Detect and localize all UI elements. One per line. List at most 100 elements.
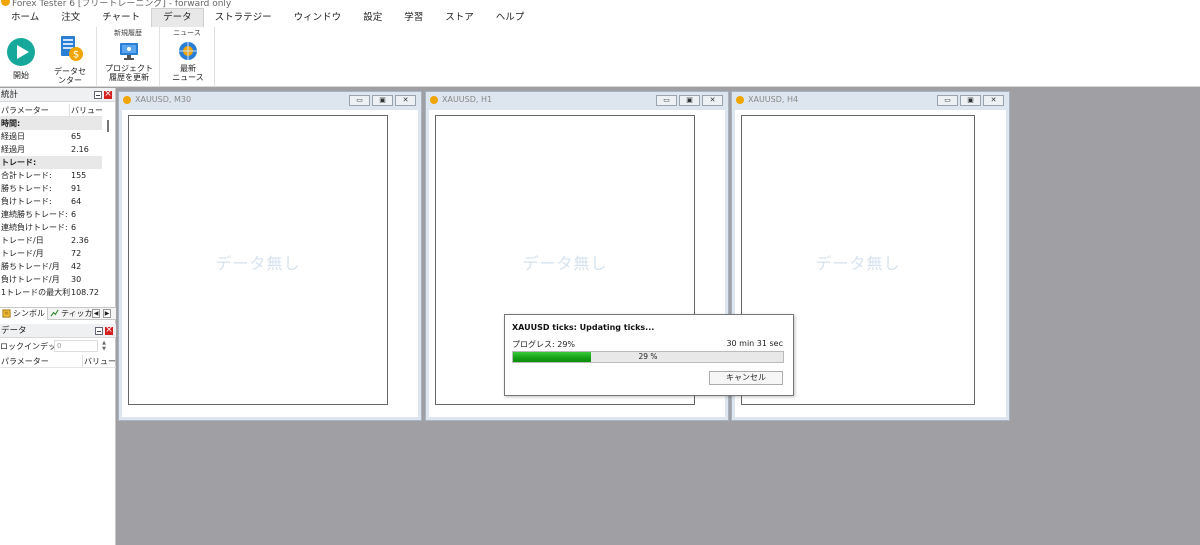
stats-row: 勝ちトレード: 91 — [0, 182, 102, 195]
minimize-icon[interactable]: ▭ — [349, 95, 370, 106]
no-data-text: データ無し — [815, 254, 901, 273]
monitor-icon — [120, 43, 138, 60]
index-label: ロックインデックス: — [0, 341, 54, 351]
chart-line-icon — [50, 309, 59, 317]
menu-bar: ホーム 注文 チャート データ ストラテジー ウィンドウ 設定 学習 ストア ヘ… — [0, 8, 1200, 27]
menu-chart[interactable]: チャート — [91, 8, 151, 27]
close-icon[interactable] — [105, 323, 113, 337]
left-pane: 統計 パラメーター バリュー 時間: 経過日 65 経過月 2.16 トレード: 合計トレー… — [0, 87, 116, 545]
data-center-label-1: データセ — [54, 67, 86, 76]
minimize-icon[interactable]: ▭ — [937, 95, 958, 106]
menu-help[interactable]: ヘルプ — [485, 8, 536, 27]
index-stepper[interactable]: ▲ ▼ — [100, 340, 108, 352]
stats-scrollbar[interactable] — [104, 104, 114, 304]
tab-scroll-right-icon[interactable]: ▶ — [103, 309, 111, 318]
stats-row-value — [70, 156, 102, 169]
mdi-area: XAUUSD, M30 ▭ ▣ ✕ データ無し XAUUSD, H1 ▭ ▣ ✕… — [117, 88, 1200, 545]
stats-row: トレード/日 2.36 — [0, 234, 102, 247]
chart-window-title: XAUUSD, M30 — [135, 95, 192, 104]
data-col-parameter: パラメーター — [0, 355, 83, 367]
restore-icon[interactable]: ▣ — [372, 95, 393, 106]
index-input[interactable]: 0 — [54, 340, 98, 352]
stats-row-key: 1トレードの最大利益 — [1, 288, 70, 297]
stats-table: パラメーター バリュー 時間: 経過日 65 経過月 2.16 トレード: 合計トレード: 1… — [0, 104, 102, 299]
tab-symbol-label: シンボル — [13, 309, 45, 318]
app-icon — [1, 0, 10, 6]
news-group-label: ニュース — [173, 29, 201, 37]
chart-area[interactable]: データ無し — [122, 110, 418, 417]
stats-row-value: 2.16 — [71, 145, 89, 154]
project-label-2: 履歴を更新 — [109, 73, 149, 82]
stats-section-header: 時間: — [0, 117, 102, 130]
panel-tabs: シンボル ティッカ ◀ ▶ — [0, 307, 116, 320]
chart-window-m30[interactable]: XAUUSD, M30 ▭ ▣ ✕ データ無し — [118, 91, 422, 421]
ribbon: 開始 $ データセ ンター 新規履歴 プロジェクト 履歴を更新 ニュース 最新 … — [0, 27, 1200, 87]
stats-row: トレード/月 72 — [0, 247, 102, 260]
close-icon[interactable]: ✕ — [395, 95, 416, 106]
close-icon[interactable]: ✕ — [983, 95, 1004, 106]
title-bar: Forex Tester 6 [フリートレーニング] - forward onl… — [0, 0, 1200, 8]
stats-row-key: トレード/月 — [1, 249, 44, 258]
stats-panel-header: 統計 — [0, 87, 115, 102]
data-center-button[interactable]: $ データセ ンター — [52, 33, 88, 85]
stats-table-header: パラメーター バリュー — [0, 104, 102, 117]
scrollbar-thumb[interactable] — [107, 120, 109, 132]
start-button[interactable]: 開始 — [4, 37, 38, 80]
symbol-icon — [2, 309, 11, 318]
stats-row-key: 負けトレード/月 — [1, 275, 60, 284]
minimize-icon[interactable]: ▭ — [656, 95, 677, 106]
tab-ticker[interactable]: ティッカ — [48, 308, 95, 320]
stats-row: 連続勝ちトレード: 6 — [0, 208, 102, 221]
stats-row-key: 連続負けトレード: — [1, 223, 68, 232]
update-project-history-button[interactable]: プロジェクト 履歴を更新 — [103, 40, 155, 82]
ribbon-group-main: 開始 $ データセ ンター — [0, 27, 97, 87]
stats-row: 経過日 65 — [0, 130, 102, 143]
minimize-icon[interactable] — [94, 91, 102, 99]
menu-learn[interactable]: 学習 — [393, 8, 434, 27]
stats-row-value: 64 — [71, 197, 82, 206]
play-icon — [7, 38, 35, 66]
progress-dialog-title: XAUUSD ticks: Updating ticks... — [512, 323, 655, 332]
chart-window-title: XAUUSD, H1 — [442, 95, 493, 104]
menu-window[interactable]: ウィンドウ — [283, 8, 353, 27]
stats-section-header: トレード: — [0, 156, 102, 169]
menu-data[interactable]: データ — [151, 8, 204, 27]
news-label-1: 最新 — [180, 64, 196, 73]
menu-order[interactable]: 注文 — [50, 8, 91, 27]
data-panel-title: データ — [1, 326, 27, 336]
col-parameter: パラメーター — [0, 104, 70, 116]
stats-row-key: 経過日 — [1, 132, 25, 141]
stats-row-key: 合計トレード: — [1, 171, 52, 180]
stats-row: 合計トレード: 155 — [0, 169, 102, 182]
tab-symbol[interactable]: シンボル — [0, 307, 48, 320]
menu-store[interactable]: ストア — [434, 8, 485, 27]
data-table-header: パラメーター バリュー — [0, 355, 116, 368]
stats-row-key: 勝ちトレード/月 — [1, 262, 60, 271]
tab-scroll-left-icon[interactable]: ◀ — [92, 309, 100, 318]
chart-window-titlebar: XAUUSD, M30 ▭ ▣ ✕ — [119, 92, 421, 108]
stats-row-key: 連続勝ちトレード: — [1, 210, 68, 219]
restore-icon[interactable]: ▣ — [679, 95, 700, 106]
stats-row: 連続負けトレード: 6 — [0, 221, 102, 234]
stats-row: 負けトレード/月 30 — [0, 273, 102, 286]
progress-label: プログレス: 29% — [512, 340, 576, 349]
close-icon[interactable] — [104, 87, 112, 101]
latest-news-button[interactable]: 最新 ニュース — [170, 40, 206, 82]
gold-icon — [123, 96, 131, 104]
stats-row-key: 経過月 — [1, 145, 25, 154]
chart-window-titlebar: XAUUSD, H4 ▭ ▣ ✕ — [732, 92, 1009, 108]
stats-row-value: 6 — [71, 210, 77, 219]
cancel-button[interactable]: キャンセル — [709, 371, 783, 385]
restore-icon[interactable]: ▣ — [960, 95, 981, 106]
menu-strategy[interactable]: ストラテジー — [204, 8, 283, 27]
close-icon[interactable]: ✕ — [702, 95, 723, 106]
menu-home[interactable]: ホーム — [0, 8, 50, 27]
progress-bar-text: 29 % — [638, 352, 658, 361]
stats-row-key: トレード: — [1, 158, 37, 167]
data-center-label-2: ンター — [58, 76, 82, 85]
stats-row-value: 6 — [71, 223, 77, 232]
menu-settings[interactable]: 設定 — [352, 8, 393, 27]
chart-plot[interactable]: データ無し — [128, 115, 388, 405]
stats-row-key: 時間: — [1, 119, 21, 128]
minimize-icon[interactable] — [95, 327, 103, 335]
